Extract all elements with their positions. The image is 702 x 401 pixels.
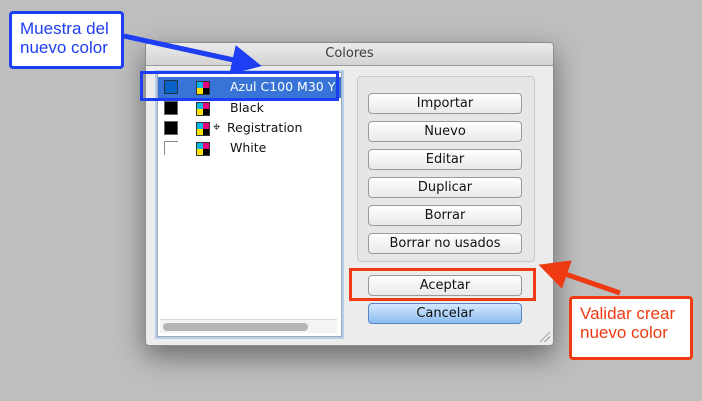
new-color-callout: Muestra del nuevo color (9, 11, 124, 69)
cancelar-button[interactable]: Cancelar (368, 303, 522, 324)
editar-button[interactable]: Editar (368, 149, 522, 170)
nuevo-button[interactable]: Nuevo (368, 121, 522, 142)
cmyk-icon (196, 102, 210, 116)
swatch-row-black[interactable]: Black (158, 98, 341, 118)
scrollbar-thumb[interactable] (163, 323, 308, 331)
registration-icon: ⌖ (213, 120, 221, 135)
swatch-color-box (164, 121, 178, 135)
new-color-highlight (140, 71, 339, 101)
red-arrow (538, 260, 621, 296)
swatch-row-white[interactable]: White (158, 138, 341, 158)
swatch-label: White (230, 140, 267, 155)
swatch-list[interactable]: Azul C100 M30 Y Black ⌖ Registration Whi… (157, 72, 342, 337)
borrar-no-usados-button[interactable]: Borrar no usados (368, 233, 522, 254)
swatch-label: Registration (227, 120, 303, 135)
cmyk-icon (196, 142, 210, 156)
swatch-color-box (164, 141, 178, 155)
validate-callout: Validar crear nuevo color (569, 296, 693, 360)
importar-button[interactable]: Importar (368, 93, 522, 114)
cmyk-icon (196, 122, 210, 136)
swatch-color-box (164, 101, 178, 115)
borrar-button[interactable]: Borrar (368, 205, 522, 226)
swatch-label: Black (230, 100, 264, 115)
window-title: Colores (146, 43, 553, 66)
horizontal-scrollbar[interactable] (160, 319, 337, 333)
accept-highlight (349, 268, 536, 301)
resize-grip-icon[interactable] (540, 332, 550, 342)
swatch-row-registration[interactable]: ⌖ Registration (158, 118, 341, 138)
duplicar-button[interactable]: Duplicar (368, 177, 522, 198)
